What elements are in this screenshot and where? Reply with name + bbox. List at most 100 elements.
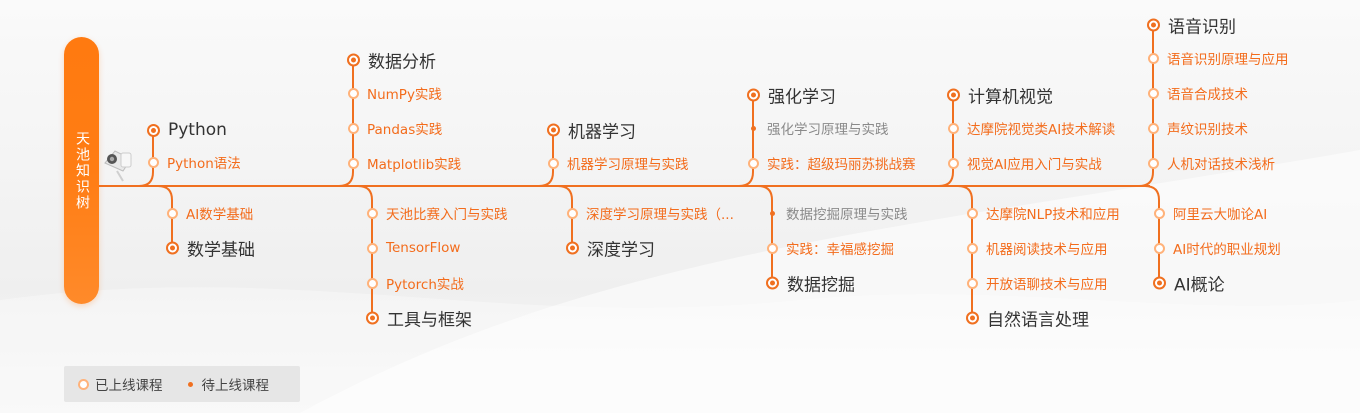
- online-dot: [1148, 87, 1159, 99]
- course-voiceprint[interactable]: 声纹识别技术: [1148, 118, 1248, 138]
- course-asr-principles[interactable]: 语音识别原理与应用: [1148, 48, 1289, 68]
- branch-tools[interactable]: 工具与框架: [366, 306, 472, 331]
- branch-label: 深度学习: [587, 240, 655, 261]
- branch-math[interactable]: 数学基础: [166, 236, 255, 261]
- course-python-syntax[interactable]: Python语法: [148, 152, 241, 172]
- branch-ai[interactable]: AI概论: [1153, 271, 1225, 296]
- course-label: 声纹识别技术: [1167, 122, 1248, 138]
- branch-label: 数据分析: [368, 52, 436, 73]
- course-label: 达摩院视觉类AI技术解读: [967, 122, 1116, 138]
- branch-label: 计算机视觉: [968, 87, 1053, 108]
- course-label: 阿里云大咖论AI: [1173, 207, 1268, 223]
- course-ai-math[interactable]: AI数学基础: [167, 203, 253, 223]
- course-tensorflow[interactable]: TensorFlow: [367, 240, 460, 256]
- branch-nlp[interactable]: 自然语言处理: [966, 306, 1089, 331]
- course-ml-principles[interactable]: 机器学习原理与实践: [548, 153, 689, 173]
- branch-label: Python: [168, 120, 227, 140]
- course-label: 机器学习原理与实践: [567, 157, 689, 173]
- pending-dot: [748, 123, 759, 134]
- online-dot: [948, 122, 959, 134]
- legend-pending-label: 待上线课程: [201, 378, 270, 394]
- branch-dot: [566, 241, 579, 255]
- branch-dot: [147, 123, 160, 137]
- branch-label: 语音识别: [1168, 17, 1236, 38]
- course-label: 实践：超级玛丽苏挑战赛: [767, 157, 916, 173]
- online-dot: [367, 242, 378, 254]
- course-matplotlib[interactable]: Matplotlib实践: [348, 153, 461, 173]
- course-label: 达摩院NLP技术和应用: [986, 207, 1120, 223]
- branch-dot: [366, 311, 379, 325]
- branch-dot: [1147, 18, 1160, 32]
- online-dot: [78, 378, 89, 390]
- course-super-mario[interactable]: 实践：超级玛丽苏挑战赛: [748, 153, 916, 173]
- branch-data-analysis[interactable]: 数据分析: [347, 48, 436, 73]
- course-label: Python语法: [167, 156, 241, 172]
- online-dot: [167, 207, 178, 219]
- branch-dl[interactable]: 深度学习: [566, 236, 655, 261]
- online-dot: [967, 242, 978, 254]
- course-pandas[interactable]: Pandas实践: [348, 118, 442, 138]
- legend: 已上线课程 待上线课程: [64, 366, 300, 402]
- course-label: Pandas实践: [367, 122, 443, 138]
- online-dot: [367, 277, 378, 289]
- course-label: NumPy实践: [367, 87, 442, 103]
- online-dot: [148, 156, 159, 168]
- course-aliyun-ai-talk[interactable]: 阿里云大咖论AI: [1154, 203, 1267, 223]
- course-vision-ai-intro[interactable]: 视觉AI应用入门与实战: [948, 153, 1102, 173]
- course-label: 实践：幸福感挖掘: [786, 242, 894, 258]
- course-label: AI时代的职业规划: [1173, 242, 1281, 258]
- online-dot: [967, 277, 978, 289]
- course-damo-vision[interactable]: 达摩院视觉类AI技术解读: [948, 118, 1115, 138]
- branch-ml[interactable]: 机器学习: [547, 118, 636, 143]
- course-label: TensorFlow: [386, 240, 461, 256]
- legend-online-label: 已上线课程: [95, 378, 163, 394]
- course-label: 开放语聊技术与应用: [986, 277, 1108, 293]
- pending-dot: [185, 379, 196, 390]
- online-dot: [1154, 207, 1165, 219]
- branch-dot: [947, 88, 960, 102]
- pending-dot: [767, 208, 778, 219]
- course-tts[interactable]: 语音合成技术: [1148, 83, 1248, 103]
- course-label: 语音合成技术: [1167, 87, 1248, 103]
- branch-python[interactable]: Python: [147, 120, 227, 140]
- course-tianchi-intro[interactable]: 天池比赛入门与实践: [367, 203, 508, 223]
- course-label: 深度学习原理与实践（...: [586, 207, 734, 223]
- branch-label: 强化学习: [768, 87, 836, 108]
- course-dm-principles[interactable]: 数据挖掘原理与实践: [767, 203, 908, 223]
- course-open-chat[interactable]: 开放语聊技术与应用: [967, 273, 1108, 293]
- branch-dot: [547, 123, 560, 137]
- course-label: 强化学习原理与实践: [767, 122, 889, 138]
- course-label: 语音识别原理与应用: [1167, 52, 1289, 68]
- branch-label: 工具与框架: [387, 310, 472, 331]
- branch-label: 机器学习: [568, 122, 636, 143]
- online-dot: [748, 157, 759, 169]
- online-dot: [548, 157, 559, 169]
- course-label: 人机对话技术浅析: [1167, 157, 1275, 173]
- course-label: 数据挖掘原理与实践: [786, 207, 908, 223]
- online-dot: [348, 157, 359, 169]
- legend-online: 已上线课程: [78, 374, 163, 394]
- course-happiness-mining[interactable]: 实践：幸福感挖掘: [767, 238, 894, 258]
- branch-dot: [747, 88, 760, 102]
- course-numpy[interactable]: NumPy实践: [348, 83, 442, 103]
- course-label: Matplotlib实践: [367, 157, 462, 173]
- branch-speech[interactable]: 语音识别: [1147, 13, 1236, 38]
- branch-cv[interactable]: 计算机视觉: [947, 83, 1053, 108]
- online-dot: [348, 87, 359, 99]
- course-dl-principles[interactable]: 深度学习原理与实践（...: [567, 203, 734, 223]
- branch-dot: [166, 241, 179, 255]
- course-pytorch[interactable]: Pytorch实战: [367, 273, 464, 293]
- course-dialogue[interactable]: 人机对话技术浅析: [1148, 153, 1275, 173]
- branch-dm[interactable]: 数据挖掘: [766, 271, 855, 296]
- branch-rl[interactable]: 强化学习: [747, 83, 836, 108]
- branch-dot: [347, 53, 360, 67]
- course-label: 天池比赛入门与实践: [386, 207, 508, 223]
- course-rl-principles[interactable]: 强化学习原理与实践: [748, 118, 889, 138]
- course-machine-reading[interactable]: 机器阅读技术与应用: [967, 238, 1108, 258]
- online-dot: [1154, 242, 1165, 254]
- course-label: 视觉AI应用入门与实战: [967, 157, 1102, 173]
- course-damo-nlp[interactable]: 达摩院NLP技术和应用: [967, 203, 1120, 223]
- branch-dot: [966, 311, 979, 325]
- course-ai-career[interactable]: AI时代的职业规划: [1154, 238, 1281, 258]
- branch-label: 数学基础: [187, 240, 255, 261]
